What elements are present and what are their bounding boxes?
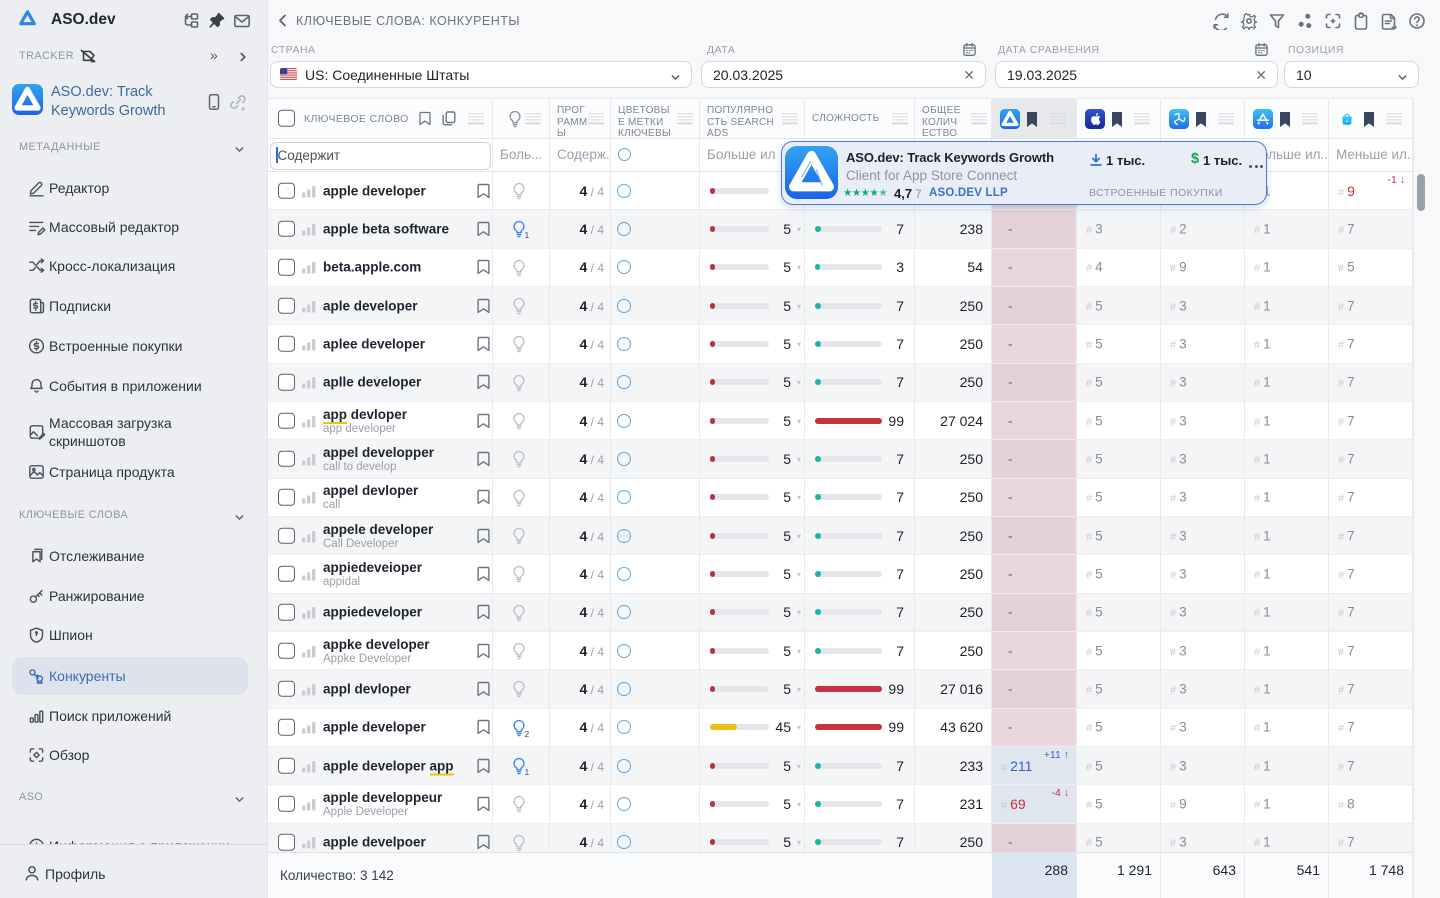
- svg-text:1: 1: [525, 230, 530, 239]
- svg-text:2: 2: [525, 729, 530, 738]
- svg-text:1: 1: [525, 767, 530, 776]
